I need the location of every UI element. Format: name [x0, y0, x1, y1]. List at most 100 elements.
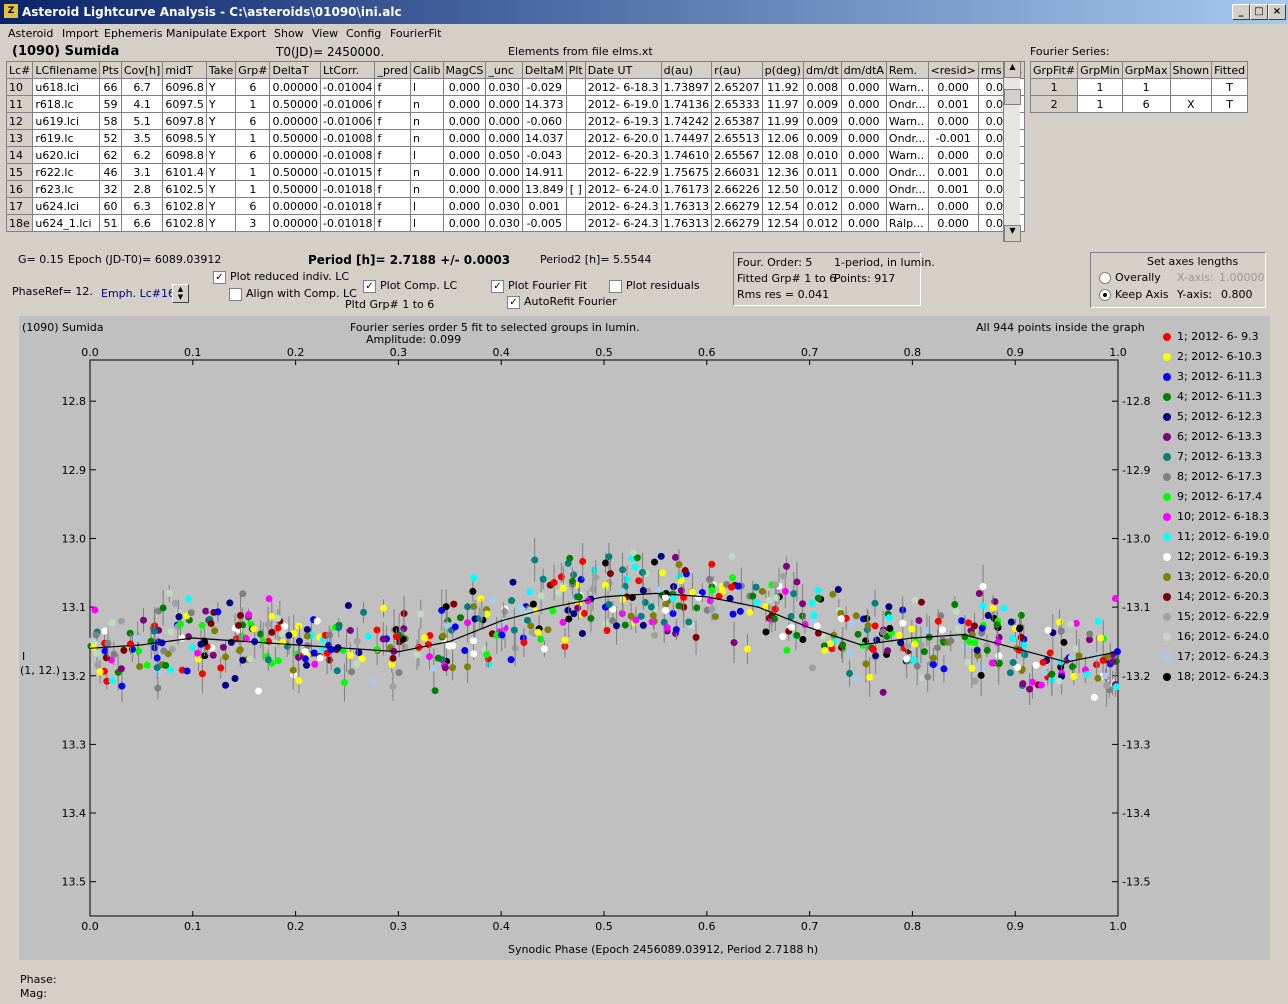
fourier-cell[interactable]: 1: [1077, 78, 1123, 96]
lc-column-header[interactable]: Take: [205, 61, 237, 79]
table-cell[interactable]: 0.030: [485, 214, 523, 232]
table-cell[interactable]: u618.lci: [32, 78, 101, 96]
table-cell[interactable]: 11.97: [761, 95, 804, 113]
row-number-cell[interactable]: 16: [5, 180, 34, 198]
table-cell[interactable]: 1: [235, 95, 271, 113]
table-cell[interactable]: -0.01004: [319, 78, 376, 96]
table-cell[interactable]: 2012- 6-24.3: [584, 197, 662, 215]
table-cell[interactable]: Warn..: [885, 78, 929, 96]
table-cell[interactable]: 12.36: [761, 163, 804, 181]
table-cell[interactable]: 0.00000: [269, 146, 321, 164]
table-cell[interactable]: u624_1.lci: [32, 214, 101, 232]
lc-column-header[interactable]: dm/dt: [802, 61, 842, 79]
lc-column-header[interactable]: MagCS: [442, 61, 487, 79]
fourier-column-header[interactable]: Fitted: [1211, 61, 1249, 79]
table-cell[interactable]: -0.001: [927, 129, 979, 147]
plot-residuals-checkbox[interactable]: Plot residuals: [609, 279, 700, 293]
table-cell[interactable]: 0.000: [442, 163, 487, 181]
keep-axis-radio[interactable]: Keep Axis: [1099, 288, 1169, 301]
close-button[interactable]: ×: [1268, 4, 1286, 20]
table-cell[interactable]: [565, 214, 586, 232]
table-cell[interactable]: 3: [235, 214, 271, 232]
table-cell[interactable]: Ondr...: [885, 129, 929, 147]
xaxis-value[interactable]: 1.00000: [1219, 271, 1265, 284]
lc-column-header[interactable]: Pts: [99, 61, 122, 79]
fourier-cell[interactable]: 6: [1121, 95, 1171, 113]
table-cell[interactable]: 6097.8: [162, 112, 207, 130]
table-row[interactable]: 10 u618.lci 66 6.7 6096.8 Y 6 0.00000 -0.01004 f l…: [5, 78, 1025, 96]
menu-fourierfit[interactable]: FourierFit: [390, 27, 441, 40]
table-cell[interactable]: [565, 129, 586, 147]
fourier-cell[interactable]: [1169, 78, 1213, 96]
table-cell[interactable]: -0.01006: [319, 95, 376, 113]
table-cell[interactable]: 11.99: [761, 112, 804, 130]
lc-column-header[interactable]: DeltaT: [269, 61, 321, 79]
table-cell[interactable]: 0.000: [485, 112, 523, 130]
table-cell[interactable]: 0.000: [927, 197, 979, 215]
table-cell[interactable]: r618.lc: [32, 95, 101, 113]
table-cell[interactable]: f: [374, 78, 411, 96]
table-cell[interactable]: 14.037: [521, 129, 567, 147]
table-cell[interactable]: 0.000: [442, 214, 487, 232]
table-cell[interactable]: -0.029: [521, 78, 567, 96]
table-row[interactable]: 15 r622.lc 46 3.1 6101.4 Y 1 0.50000 -0.01015 f n 0…: [5, 163, 1025, 181]
table-cell[interactable]: 1.74242: [660, 112, 713, 130]
table-cell[interactable]: 0.00000: [269, 78, 321, 96]
lc-column-header[interactable]: dm/dtA: [840, 61, 887, 79]
table-cell[interactable]: [565, 78, 586, 96]
table-cell[interactable]: [565, 95, 586, 113]
table-cell[interactable]: 60: [99, 197, 122, 215]
fourier-column-header[interactable]: Shown: [1169, 61, 1213, 79]
fourier-cell[interactable]: 1: [1121, 78, 1171, 96]
table-cell[interactable]: 1.74497: [660, 129, 713, 147]
table-cell[interactable]: 0.001: [521, 197, 567, 215]
table-cell[interactable]: 2.65567: [711, 146, 763, 164]
table-cell[interactable]: 2012- 6-22.9: [584, 163, 662, 181]
table-cell[interactable]: 0.000: [840, 112, 887, 130]
lc-column-header[interactable]: d(au): [660, 61, 713, 79]
lc-column-header[interactable]: p(deg): [761, 61, 804, 79]
table-cell[interactable]: 11.92: [761, 78, 804, 96]
overally-radio[interactable]: Overally: [1099, 271, 1161, 284]
row-number-cell[interactable]: 10: [5, 78, 34, 96]
table-cell[interactable]: 1.76313: [660, 214, 713, 232]
plot-fourier-checkbox[interactable]: ✓ Plot Fourier Fit: [491, 279, 587, 293]
lc-column-header[interactable]: Lc#: [5, 61, 34, 79]
table-cell[interactable]: 2.65333: [711, 95, 763, 113]
table-cell[interactable]: 3.5: [120, 129, 164, 147]
table-cell[interactable]: 1.74610: [660, 146, 713, 164]
menu-manipulate[interactable]: Manipulate: [166, 27, 227, 40]
fourier-cell[interactable]: T: [1211, 78, 1249, 96]
table-cell[interactable]: 12.08: [761, 146, 804, 164]
table-cell[interactable]: -0.060: [521, 112, 567, 130]
table-cell[interactable]: 59: [99, 95, 122, 113]
lc-column-header[interactable]: midT: [162, 61, 207, 79]
table-cell[interactable]: 12.54: [761, 214, 804, 232]
row-number-cell[interactable]: 18e: [5, 214, 34, 232]
table-row[interactable]: 17 u624.lci 60 6.3 6102.8 Y 6 0.00000 -0.01018 f l…: [5, 197, 1025, 215]
table-cell[interactable]: 1: [235, 129, 271, 147]
lc-column-header[interactable]: LCfilename: [32, 61, 101, 79]
table-cell[interactable]: 0.010: [802, 146, 842, 164]
fourier-column-header[interactable]: GrpFit#: [1029, 61, 1079, 79]
table-cell[interactable]: 0.009: [802, 129, 842, 147]
table-cell[interactable]: 0.012: [802, 197, 842, 215]
table-cell[interactable]: 0.000: [840, 214, 887, 232]
table-cell[interactable]: 2.66279: [711, 214, 763, 232]
table-cell[interactable]: Ondr...: [885, 180, 929, 198]
menu-import[interactable]: Import: [62, 27, 99, 40]
table-cell[interactable]: 0.000: [442, 129, 487, 147]
table-cell[interactable]: 6: [235, 197, 271, 215]
row-number-cell[interactable]: 17: [5, 197, 34, 215]
table-cell[interactable]: 0.050: [485, 146, 523, 164]
table-cell[interactable]: 1.76313: [660, 197, 713, 215]
table-cell[interactable]: 0.000: [442, 180, 487, 198]
table-cell[interactable]: 66: [99, 78, 122, 96]
table-cell[interactable]: 6.2: [120, 146, 164, 164]
align-comp-checkbox[interactable]: Align with Comp. LC: [229, 287, 357, 301]
table-cell[interactable]: 2.65207: [711, 78, 763, 96]
table-cell[interactable]: 6102.8: [162, 214, 207, 232]
table-cell[interactable]: Ralp...: [885, 214, 929, 232]
fourier-column-header[interactable]: GrpMax: [1121, 61, 1171, 79]
table-cell[interactable]: [565, 146, 586, 164]
